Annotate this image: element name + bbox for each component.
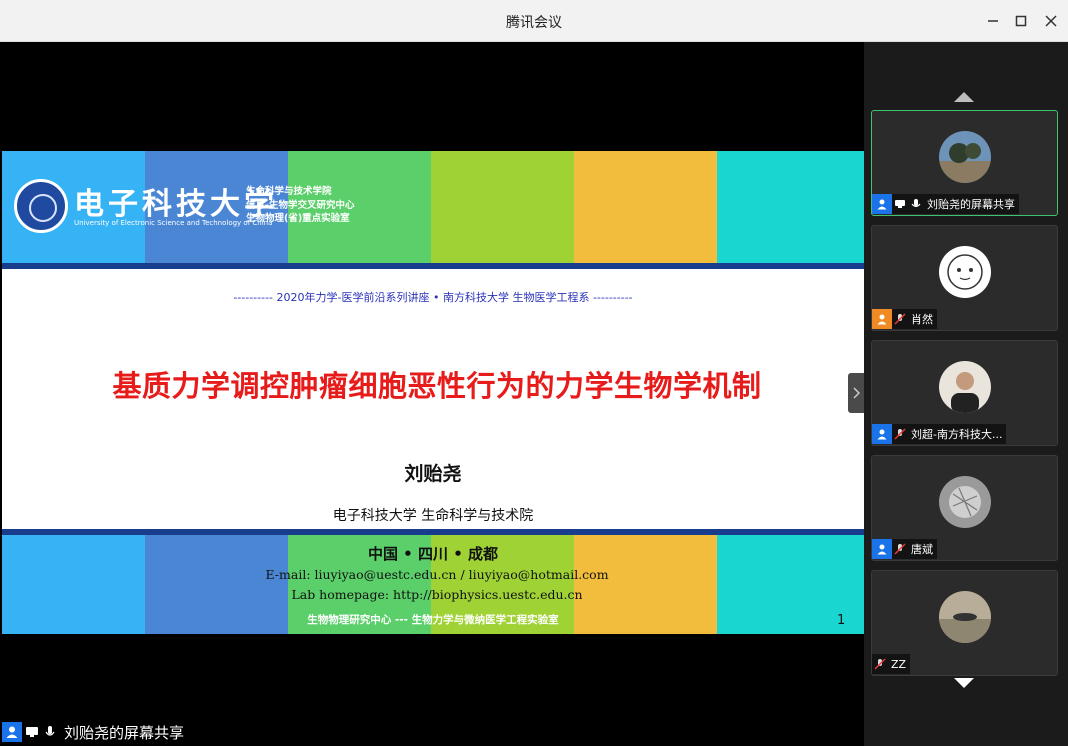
share-status-label: 刘贻尧的屏幕共享 (64, 723, 185, 742)
avatar (939, 591, 991, 643)
avatar (939, 131, 991, 183)
screen-share-icon (892, 194, 908, 214)
participant-name: 肖然 (911, 313, 933, 326)
university-seal-icon (14, 179, 68, 233)
scroll-down-arrow-icon[interactable] (954, 678, 974, 688)
participant-name: ZZ (891, 657, 907, 671)
participant-name: 刘贻尧的屏幕共享 (927, 198, 1015, 211)
window-title: 腾讯会议 (506, 15, 562, 31)
chevron-right-icon (853, 387, 860, 399)
microphone-muted-icon (872, 654, 888, 674)
participant-namebar: 刘超-南方科技大... (872, 424, 1007, 444)
lecture-series: ---------- 2020年力学-医学前沿系列讲座 • 南方科技大学 生物医… (233, 291, 633, 304)
maximize-icon (1015, 15, 1027, 27)
participant-tile[interactable]: 肖然 (871, 225, 1058, 331)
participant-panel: 刘贻尧的屏幕共享 肖然 刘超-南方科技大... 唐斌 ZZ (864, 42, 1068, 746)
microphone-icon (42, 722, 58, 742)
participant-tile[interactable]: 刘超-南方科技大... (871, 340, 1058, 446)
maximize-button[interactable] (1010, 10, 1032, 32)
slide-homepage: Lab homepage: http://biophysics.uestc.ed… (291, 587, 583, 602)
participant-tile[interactable]: 刘贻尧的屏幕共享 (871, 110, 1058, 216)
participant-name: 刘超-南方科技大... (911, 428, 1003, 441)
slide-location: 中国 • 四川 • 成都 (367, 545, 499, 563)
institute-line: 生命科学与技术学院 (246, 186, 332, 197)
microphone-icon (908, 194, 924, 214)
participant-namebar: 刘贻尧的屏幕共享 (872, 194, 1019, 214)
slide-title: 基质力学调控肿瘤细胞恶性行为的力学生物学机制 (112, 369, 762, 403)
institute-line: 生物物理(省)重点实验室 (246, 213, 350, 224)
participant-tile[interactable]: ZZ (871, 570, 1058, 676)
slide-footer-lab: 生物物理研究中心 --- 生物力学与微纳医学工程实验室 (307, 614, 559, 626)
participant-tile[interactable]: 唐斌 (871, 455, 1058, 561)
participant-namebar: 肖然 (872, 309, 937, 329)
microphone-muted-icon (892, 424, 908, 444)
slide-affiliation: 电子科技大学 生命科学与技术院 (332, 508, 534, 524)
presentation-slide: 电子科技大学 University of Electronic Science … (2, 151, 864, 634)
user-icon (872, 309, 892, 329)
slide-author: 刘贻尧 (404, 463, 462, 485)
avatar (939, 246, 991, 298)
slide-divider-top (2, 263, 864, 269)
institute-lines: 生命科学与技术学院 信息-生物学交叉研究中心 生物物理(省)重点实验室 (246, 185, 354, 226)
window-titlebar: 腾讯会议 (0, 0, 1068, 42)
close-icon (1045, 15, 1057, 27)
close-button[interactable] (1040, 10, 1062, 32)
user-icon (2, 722, 22, 742)
microphone-muted-icon (892, 539, 908, 559)
participant-namebar: ZZ (872, 654, 911, 674)
minimize-button[interactable] (982, 10, 1004, 32)
user-icon (872, 424, 892, 444)
avatar (939, 361, 991, 413)
scroll-up-arrow-icon[interactable] (954, 92, 974, 102)
collapse-panel-button[interactable] (848, 373, 864, 413)
share-status-bar: 刘贻尧的屏幕共享 (2, 718, 184, 746)
participant-namebar: 唐斌 (872, 539, 937, 559)
participant-name: 唐斌 (911, 543, 933, 556)
university-logo: 电子科技大学 University of Electronic Science … (14, 179, 434, 239)
university-name-en: University of Electronic Science and Tec… (74, 219, 273, 227)
user-icon (872, 194, 892, 214)
microphone-muted-icon (892, 309, 908, 329)
slide-page-number: 1 (837, 613, 846, 628)
slide-email: E-mail: liuyiyao@uestc.edu.cn / liuyiyao… (265, 567, 609, 582)
institute-line: 信息-生物学交叉研究中心 (246, 199, 355, 211)
avatar (939, 476, 991, 528)
user-icon (872, 539, 892, 559)
minimize-icon (988, 20, 998, 22)
shared-screen-area: 电子科技大学 University of Electronic Science … (2, 42, 864, 746)
screen-share-icon (24, 722, 40, 742)
